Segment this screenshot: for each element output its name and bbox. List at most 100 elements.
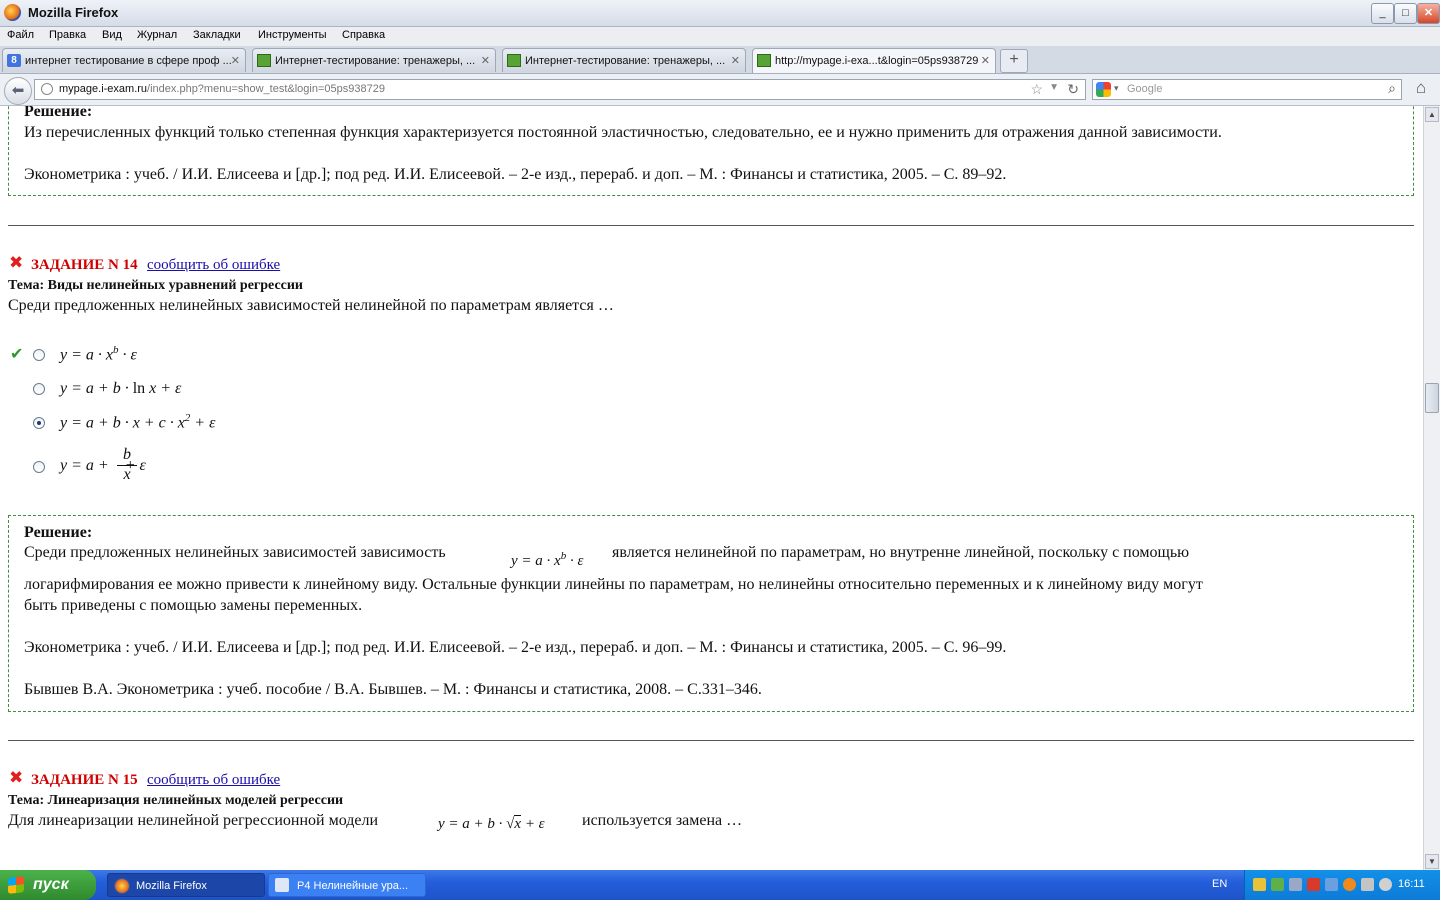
url-path: /index.php?menu=show_test&login=05ps9387… [147,83,385,95]
window-title: Mozilla Firefox [28,5,119,20]
back-arrow-icon: ⬅ [11,82,25,99]
solution-inline-formula: y = a · xb · ε [511,550,584,569]
solution-reference: Эконометрика : учеб. / И.И. Елисеева и [… [24,166,1007,183]
taskbar-button-firefox[interactable]: Mozilla Firefox [107,873,265,897]
tray-acrobat-icon[interactable] [1307,878,1320,891]
menu-bookmarks[interactable]: Закладки [193,29,241,41]
menu-bar: Файл Правка Вид Журнал Закладки Инструме… [0,27,1440,46]
taskbar-button-label: Р4 Нелинейные ура... [297,880,409,892]
tray-network-icon[interactable] [1271,878,1284,891]
url-bar[interactable]: mypage.i-exam.ru/index.php?menu=show_tes… [34,79,1086,100]
tab-4-active[interactable]: http://mypage.i-exa...t&login=05ps938729… [752,48,996,73]
tab-label: Интернет-тестирование: тренажеры, ... [525,55,726,67]
url-text[interactable]: mypage.i-exam.ru/index.php?menu=show_tes… [59,83,385,95]
task-15-title: ЗАДАНИЕ N 15 [31,772,138,788]
task-14-title: ЗАДАНИЕ N 14 [31,257,138,273]
solution-heading: Решение: [24,106,93,120]
tray-app-icon[interactable] [1325,878,1338,891]
correct-answer-check-icon: ✔ [10,344,24,363]
menu-help[interactable]: Справка [342,29,385,41]
windows-logo-icon [8,876,24,894]
menu-history[interactable]: Журнал [137,29,177,41]
google-icon: 8 [7,54,21,67]
bookmark-star-icon[interactable]: ☆ [1030,81,1043,98]
history-dropdown-icon[interactable]: ▼ [1049,82,1059,93]
firefox-icon [4,4,21,21]
answer-radio-2[interactable] [33,383,45,395]
divider [8,225,1414,226]
windows-taskbar: пуск Mozilla Firefox Р4 Нелинейные ура..… [0,870,1440,900]
menu-tools[interactable]: Инструменты [258,29,327,41]
tab-bar: 8 интернет тестирование в сфере проф ...… [0,46,1440,74]
answer-formula-3: y = a + b · x + c · x2 + ε [60,412,216,432]
task-15-question-b: используется замена … [582,812,743,829]
vertical-scrollbar[interactable]: ▲ ▼ [1423,106,1440,870]
menu-edit[interactable]: Правка [49,29,86,41]
divider [8,740,1414,741]
answer-radio-1[interactable] [33,349,45,361]
window-title-bar: Mozilla Firefox _ □ ✕ [0,0,1440,27]
maximize-button[interactable]: □ [1394,3,1417,24]
report-error-link[interactable]: сообщить об ошибке [147,257,280,274]
navigation-toolbar: ⬅ mypage.i-exam.ru/index.php?menu=show_t… [0,74,1440,106]
taskbar-button-word[interactable]: Р4 Нелинейные ура... [268,873,426,897]
report-error-link[interactable]: сообщить об ошибке [147,772,280,789]
search-input[interactable]: Google [1127,83,1162,95]
task-15-formula: y = a + b · √x + ε [438,815,545,832]
close-button[interactable]: ✕ [1417,3,1440,24]
answer-formula-2: y = a + b · ln x + ε [60,380,182,397]
solution-text: Из перечисленных функций только степенна… [24,124,1222,141]
solution-reference-2: Бывшев В.А. Эконометрика : учеб. пособие… [24,681,762,698]
new-tab-button[interactable]: + [1000,49,1028,73]
fraction-b-over-x: bx [117,446,137,484]
start-label: пуск [33,876,69,893]
site-identity-icon[interactable] [41,83,53,95]
solution-text-line-2: логарифмирования ее можно привести к лин… [24,576,1203,593]
tab-1[interactable]: 8 интернет тестирование в сфере проф ...… [2,48,246,72]
tab-close-icon[interactable]: ✕ [481,49,490,72]
tab-2[interactable]: Интернет-тестирование: тренажеры, ... ✕ [252,48,496,72]
task-14-question: Среди предложенных нелинейных зависимост… [8,297,614,314]
scroll-down-arrow-icon[interactable]: ▼ [1425,854,1439,869]
url-host: mypage.i-exam.ru [59,83,148,95]
tray-antivirus-icon[interactable] [1343,878,1356,891]
solution-reference-1: Эконометрика : учеб. / И.И. Елисеева и [… [24,639,1007,656]
tab-label: интернет тестирование в сфере проф ... [25,55,232,67]
tab-close-icon[interactable]: ✕ [731,49,740,72]
home-icon[interactable]: ⌂ [1410,78,1432,100]
tray-app-icon[interactable] [1253,878,1266,891]
engine-dropdown-icon[interactable]: ▾ [1114,83,1119,94]
answer-radio-3-selected[interactable] [33,417,45,429]
search-icon[interactable]: ⌕ [1388,80,1396,97]
menu-file[interactable]: Файл [7,29,34,41]
menu-view[interactable]: Вид [102,29,122,41]
tab-label: Интернет-тестирование: тренажеры, ... [275,55,476,67]
page-content: Решение: Из перечисленных функций только… [0,106,1423,870]
tab-label: http://mypage.i-exa...t&login=05ps938729 [775,55,979,67]
search-bar[interactable]: ▾ Google ⌕ [1092,79,1402,100]
scroll-up-arrow-icon[interactable]: ▲ [1425,107,1439,122]
tab-close-icon[interactable]: ✕ [981,49,990,73]
minimize-button[interactable]: _ [1371,3,1394,24]
solution-text-line-1b: является нелинейной по параметрам, но вн… [612,544,1190,561]
tray-app-icon[interactable] [1379,878,1392,891]
tab-3[interactable]: Интернет-тестирование: тренажеры, ... ✕ [502,48,746,72]
answer-radio-4[interactable] [33,461,45,473]
tab-close-icon[interactable]: ✕ [231,49,240,72]
answer-formula-1: y = a · xb · ε [60,344,137,364]
language-indicator[interactable]: EN [1212,878,1227,890]
envelope-icon [757,54,771,67]
task-15-topic: Тема: Линеаризация нелинейных моделей ре… [8,793,344,808]
tray-volume-icon[interactable] [1361,878,1374,891]
task-14-topic: Тема: Виды нелинейных уравнений регресси… [8,278,303,293]
task-15-question-a: Для линеаризации нелинейной регрессионно… [8,812,379,829]
google-search-engine-icon[interactable] [1096,82,1111,97]
tray-app-icon[interactable] [1289,878,1302,891]
back-button[interactable]: ⬅ [4,77,32,105]
start-button[interactable]: пуск [0,870,96,900]
scroll-thumb[interactable] [1425,383,1439,413]
solution-text-line-1a: Среди предложенных нелинейных зависимост… [24,544,446,561]
taskbar-button-label: Mozilla Firefox [136,880,207,892]
wrong-answer-icon: ✖ [9,768,24,788]
reload-icon[interactable]: ↻ [1067,81,1079,98]
